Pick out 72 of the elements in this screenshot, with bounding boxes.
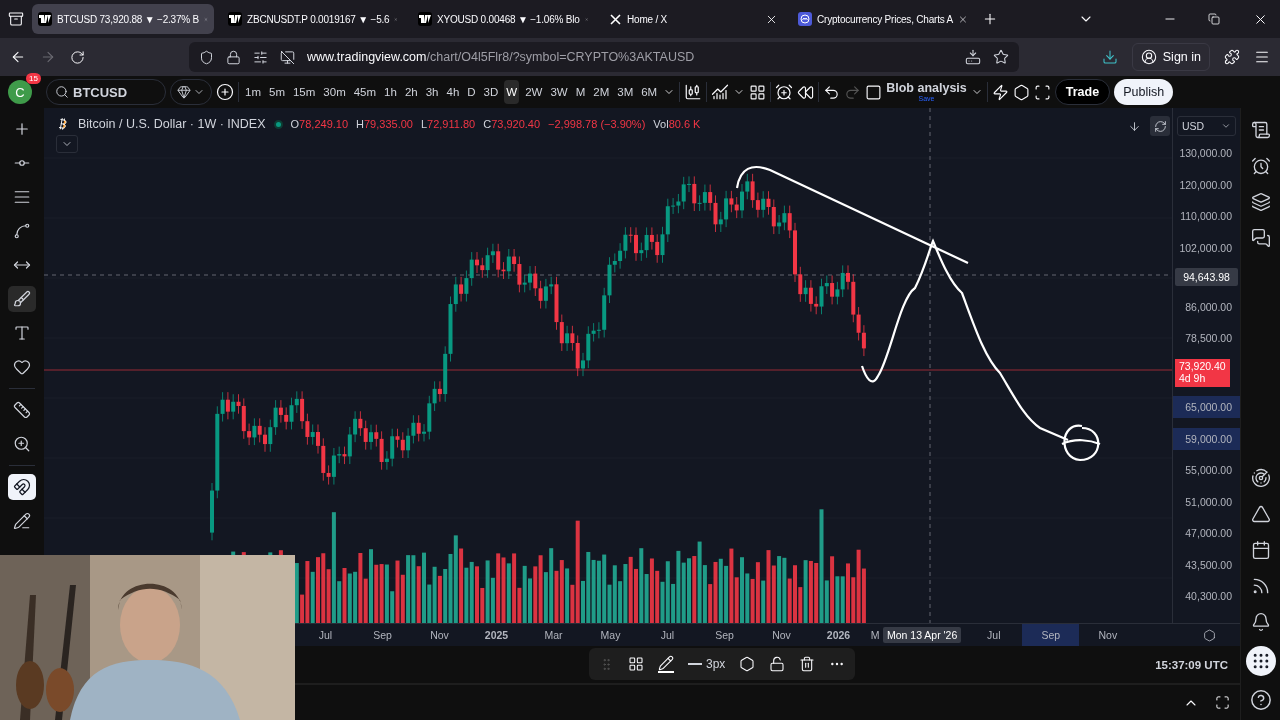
browser-tab[interactable]: BTCUSD 73,920.88 ▼ −2.37% B xyxy=(32,4,214,34)
price-label: 51,000.00 xyxy=(1184,494,1233,510)
date-label: Jul xyxy=(317,627,334,643)
address-bar[interactable]: www.tradingview.com/chart/O4l5Flr8/?symbol=CRYPTO%3AKTAUSD xyxy=(189,42,1019,72)
price-change: −2,998.78 (−3.90%) xyxy=(548,118,646,130)
trade-button[interactable]: Trade xyxy=(1054,79,1111,105)
price-label: 43,500.00 xyxy=(1184,557,1233,573)
date-label: Nov xyxy=(1097,627,1119,643)
date-label: May xyxy=(599,627,622,643)
ohlc-value: H79,335.00 xyxy=(356,118,413,130)
browser-tab[interactable]: ZBCNUSDT.P 0.0019167 ▼ −5.6 xyxy=(222,4,404,34)
interval-button[interactable]: 2W xyxy=(523,80,545,104)
interval-button[interactable]: 3D xyxy=(481,80,501,104)
interval-button[interactable]: 3h xyxy=(423,80,441,104)
interval-button[interactable]: 45m xyxy=(351,80,379,104)
browser-tab[interactable]: Cryptocurrency Prices, Charts A xyxy=(792,4,974,34)
price-label: 102,000.00 xyxy=(1178,240,1233,256)
layout-name[interactable]: Blob analysis xyxy=(886,82,967,95)
interval-button[interactable]: 5m xyxy=(267,80,287,104)
interval-button[interactable]: 3M xyxy=(615,80,636,104)
publish-button[interactable]: Publish xyxy=(1114,79,1174,105)
interval-button[interactable]: M xyxy=(573,80,588,104)
interval-button[interactable]: 30m xyxy=(321,80,348,104)
price-label: 47,000.00 xyxy=(1184,526,1233,541)
date-label: Sep xyxy=(714,627,735,643)
last-price: 73,920.40 xyxy=(1179,360,1227,373)
interval-button[interactable]: 2h xyxy=(402,80,420,104)
interval-button[interactable]: 15m xyxy=(290,80,318,104)
user-avatar[interactable]: C xyxy=(8,80,32,104)
price-label: 120,000.00 xyxy=(1178,177,1233,193)
price-label: 55,000.00 xyxy=(1184,463,1233,478)
date-label: 2026 xyxy=(825,627,852,643)
date-label: Jul xyxy=(659,627,676,643)
sign-in-button[interactable]: Sign in xyxy=(1131,43,1210,71)
interval-button[interactable]: 1h xyxy=(382,80,399,104)
interval-button[interactable]: D xyxy=(465,80,478,104)
date-label: Sep xyxy=(372,627,393,643)
clock: 15:37:09 UTC xyxy=(1155,658,1228,671)
interval-button[interactable]: 4h xyxy=(444,80,462,104)
date-label: Mar xyxy=(543,627,564,643)
browser-tab[interactable]: XYOUSD 0.00468 ▼ −1.06% Blo xyxy=(412,4,594,34)
url-text: www.tradingview.com/chart/O4l5Flr8/?symbol=CRYPTO%3AKTAUSD xyxy=(307,50,696,64)
price-label: 78,500.00 xyxy=(1184,331,1233,346)
volume-value: Vol80.6 K xyxy=(653,118,701,130)
date-label: Nov xyxy=(771,627,792,643)
price-label: 59,000.00 xyxy=(1173,427,1240,450)
bar-countdown: 4d 9h xyxy=(1179,372,1206,385)
price-label: 130,000.00 xyxy=(1178,146,1233,161)
ohlc-value: L72,911.80 xyxy=(420,118,476,130)
crosshair-price-label: 94,643.98 xyxy=(1175,268,1238,286)
date-label: Sep xyxy=(1022,623,1080,647)
crosshair-date-label: Mon 13 Apr '26 xyxy=(883,627,962,643)
notification-badge: 15 xyxy=(26,73,41,84)
interval-button[interactable]: 3W xyxy=(548,80,570,104)
interval-button[interactable]: W xyxy=(504,80,520,104)
date-label: M xyxy=(869,627,881,643)
price-label: 65,000.00 xyxy=(1173,396,1240,418)
price-label: 40,300.00 xyxy=(1184,589,1233,604)
date-label: 2025 xyxy=(483,627,510,643)
price-label: 110,000.00 xyxy=(1179,209,1233,224)
interval-button[interactable]: 2M xyxy=(591,80,612,104)
date-label: Jul xyxy=(986,627,1002,643)
interval-button[interactable]: 6M xyxy=(639,80,660,104)
symbol-title: Bitcoin / U.S. Dollar · 1W · INDEX xyxy=(78,117,266,131)
ohlc-value: O78,249.10 xyxy=(290,118,349,130)
interval-button[interactable]: 1m xyxy=(243,80,263,104)
line-width-button[interactable]: 3px xyxy=(688,657,726,671)
ohlc-value: C73,920.40 xyxy=(483,118,541,130)
currency-dropdown[interactable]: USD xyxy=(1177,116,1236,136)
date-label: Nov xyxy=(429,627,450,643)
price-label: 86,000.00 xyxy=(1184,299,1233,315)
browser-tab[interactable]: Home / X xyxy=(602,4,784,34)
